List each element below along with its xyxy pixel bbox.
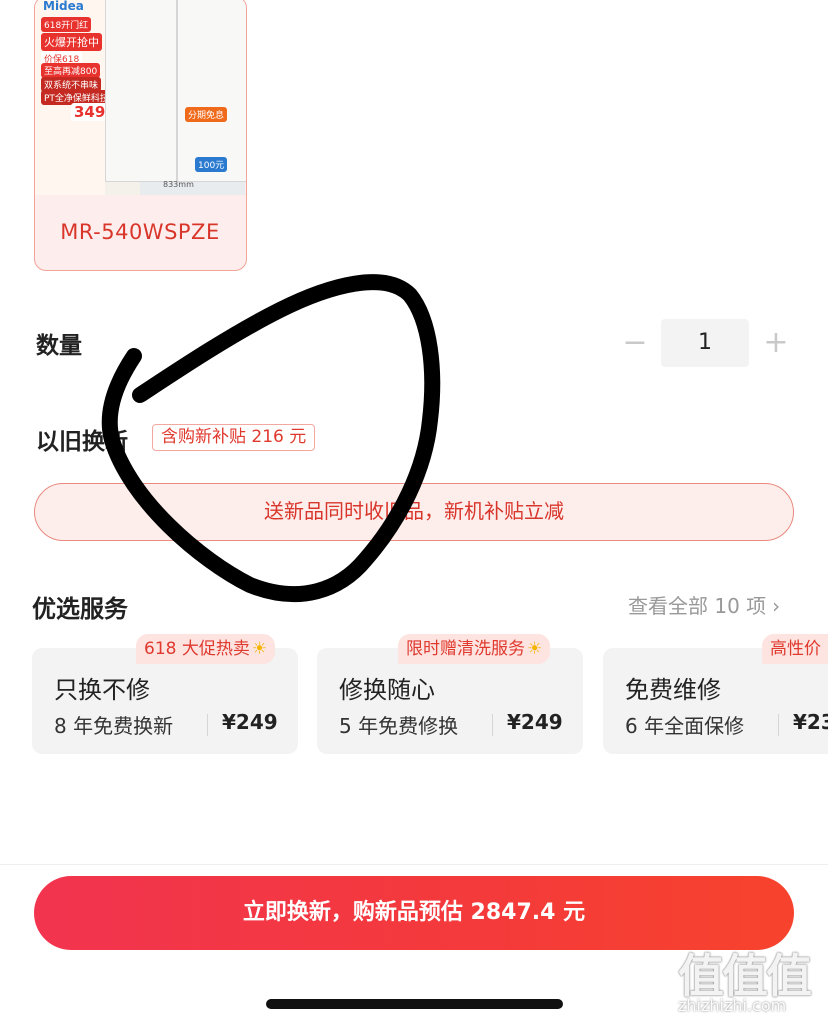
promo-tag: 618开门红 bbox=[41, 17, 92, 32]
image-dimension: 833mm bbox=[163, 180, 194, 189]
bottom-divider bbox=[0, 864, 828, 865]
promo-panel: Midea 618开门红 火爆开抢中 价保618 至高再减800 双系统不串味 … bbox=[35, 0, 112, 195]
ribbon-label: 618 大促热卖 bbox=[144, 639, 250, 659]
services-title: 优选服务 bbox=[32, 595, 128, 623]
ribbon-label: 限时赠清洗服务 bbox=[406, 639, 525, 659]
quantity-increment-button[interactable]: + bbox=[761, 325, 791, 361]
home-indicator bbox=[266, 999, 563, 1009]
service-desc: 6 年全面保修 bbox=[625, 714, 745, 738]
divider bbox=[207, 714, 208, 736]
divider bbox=[778, 714, 779, 736]
service-desc: 8 年免费换新 bbox=[54, 714, 174, 738]
view-all-services-link[interactable]: 查看全部 10 项 › bbox=[628, 590, 780, 619]
subsidy-tag: 含购新补贴 216 元 bbox=[152, 424, 316, 451]
divider bbox=[492, 714, 493, 736]
promo-tag: 至高再减800 bbox=[41, 63, 101, 78]
service-ribbon: 限时赠清洗服务 ☀ bbox=[398, 634, 551, 664]
trade-in-button[interactable]: 送新品同时收旧品，新机补贴立减 bbox=[34, 483, 794, 541]
ribbon-label: 高性价 bbox=[770, 639, 821, 659]
service-ribbon: 高性价 bbox=[762, 634, 828, 664]
quantity-decrement-button[interactable]: − bbox=[620, 325, 650, 361]
trade-in-label: 以旧换新 bbox=[36, 429, 128, 455]
product-image: Midea 618开门红 火爆开抢中 价保618 至高再减800 双系统不串味 … bbox=[35, 0, 246, 195]
service-ribbon: 618 大促热卖 ☀ bbox=[136, 634, 276, 664]
service-desc: 5 年免费修换 bbox=[339, 714, 459, 738]
sun-icon: ☀ bbox=[527, 639, 543, 659]
sun-icon: ☀ bbox=[251, 639, 268, 659]
watermark-url: zhizhizhi.com bbox=[678, 996, 787, 1015]
brand-logo: Midea bbox=[43, 0, 84, 13]
service-name: 只换不修 bbox=[54, 676, 150, 704]
promo-tag: 火爆开抢中 bbox=[41, 33, 102, 51]
service-price: ¥249 bbox=[507, 710, 563, 734]
image-badge: 100元 bbox=[195, 157, 228, 172]
fridge-door-left bbox=[105, 0, 177, 182]
service-price: ¥23 bbox=[793, 710, 828, 734]
chevron-right-icon: › bbox=[772, 594, 781, 618]
service-price: ¥249 bbox=[222, 710, 278, 734]
trade-in-now-button[interactable]: 立即换新，购新品预估 2847.4 元 bbox=[34, 876, 794, 950]
product-card[interactable]: Midea 618开门红 火爆开抢中 价保618 至高再减800 双系统不串味 … bbox=[34, 0, 247, 271]
fridge-door-right bbox=[177, 0, 246, 182]
image-badge: 分期免息 bbox=[185, 107, 228, 122]
quantity-label: 数量 bbox=[36, 333, 82, 359]
service-name: 修换随心 bbox=[339, 676, 435, 704]
product-model: MR-540WSPZE bbox=[60, 220, 220, 244]
view-all-label: 查看全部 10 项 bbox=[628, 594, 767, 618]
quantity-input[interactable]: 1 bbox=[661, 319, 749, 367]
service-name: 免费维修 bbox=[625, 676, 721, 704]
